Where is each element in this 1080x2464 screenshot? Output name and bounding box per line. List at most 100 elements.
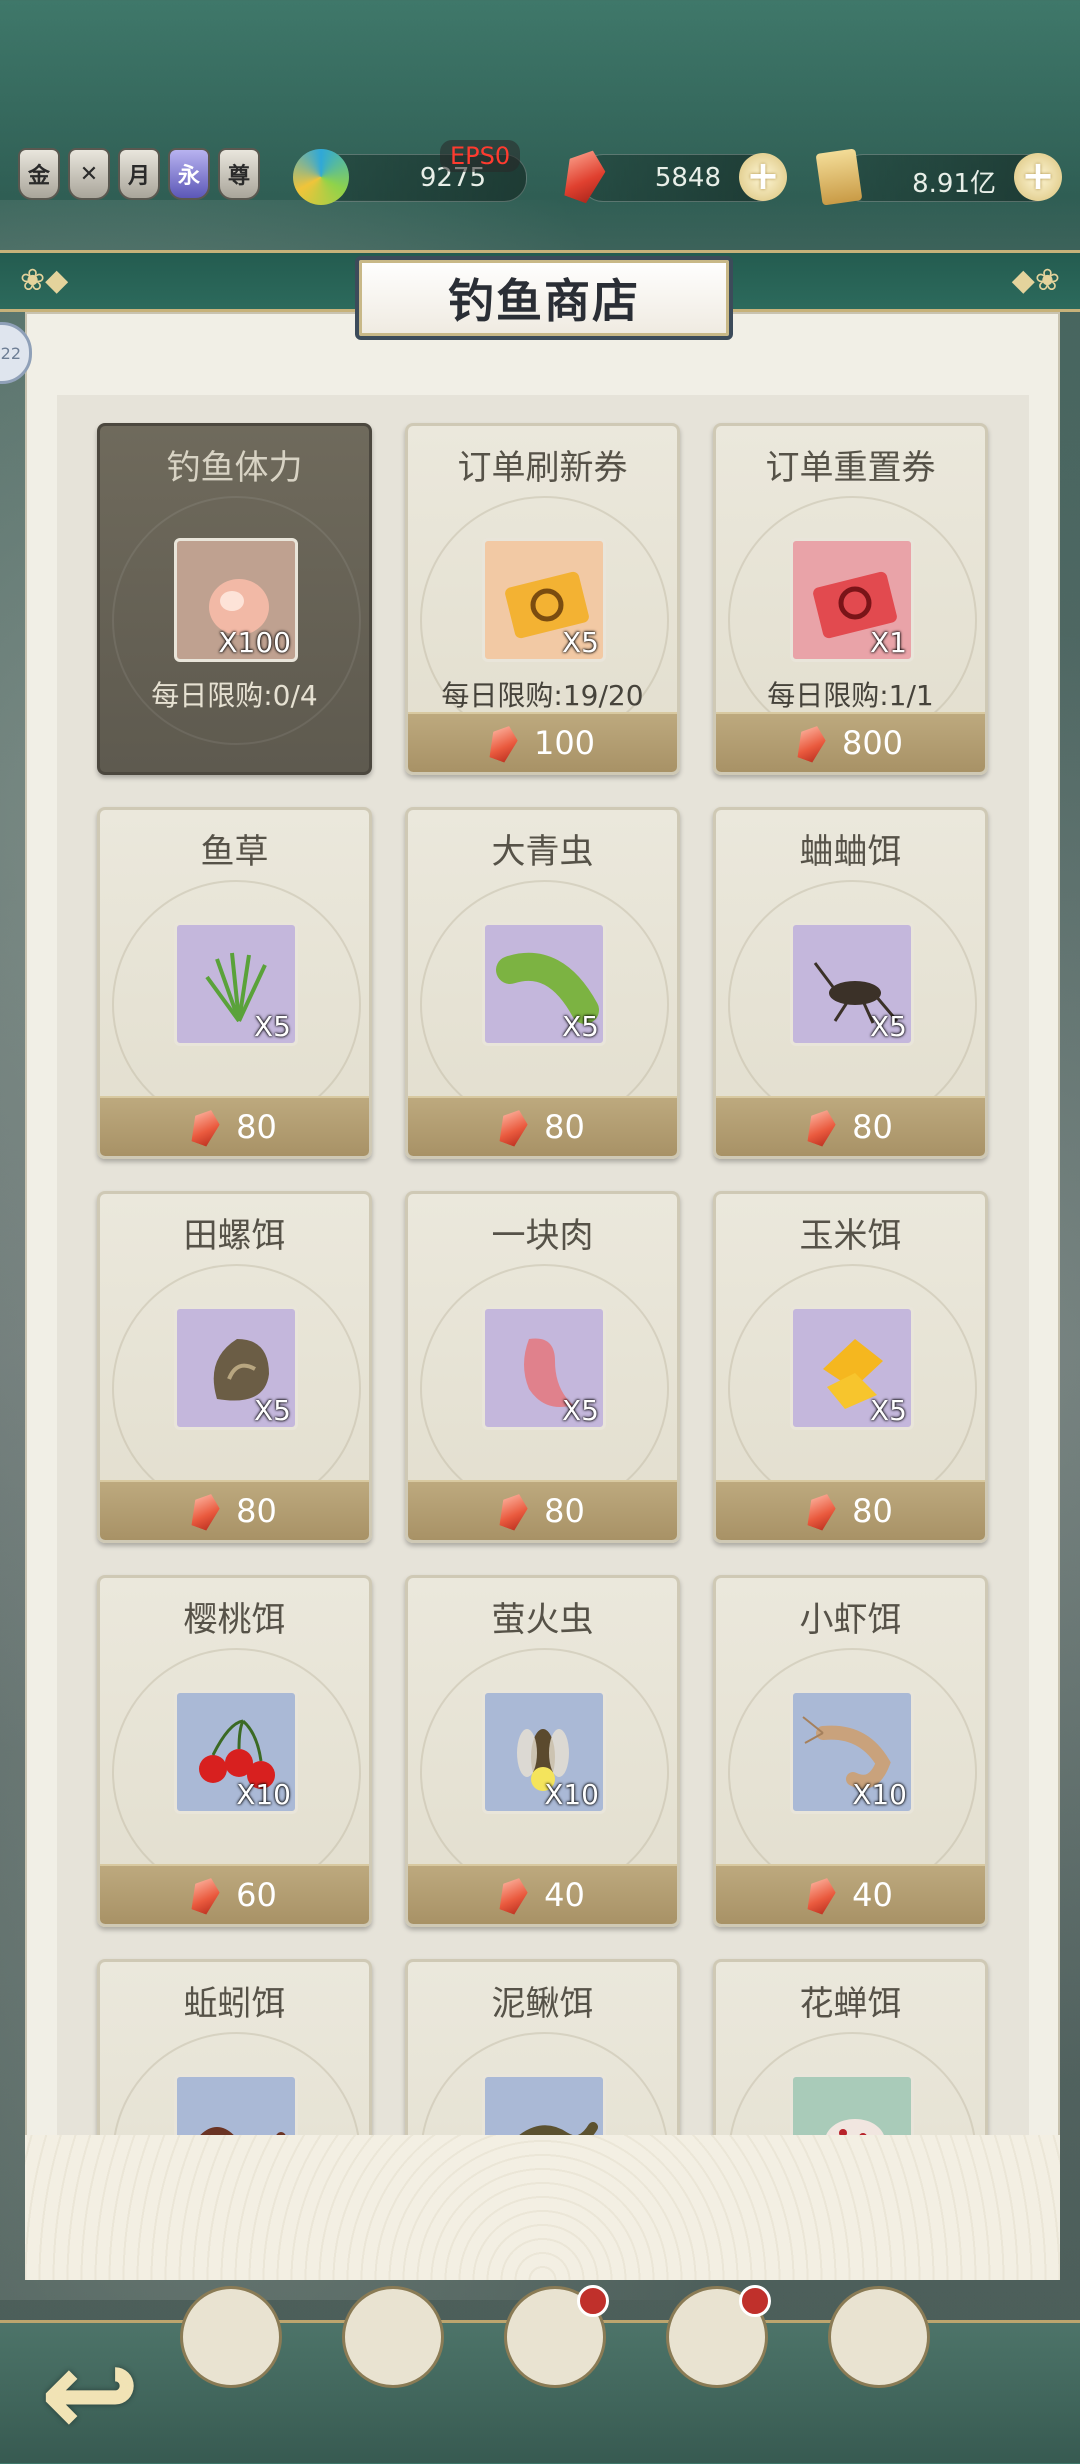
back-arrow-icon[interactable]: ↩	[40, 2335, 240, 2455]
buy-button[interactable]: 80	[408, 1096, 677, 1156]
nav-button-5[interactable]	[828, 2286, 930, 2388]
item-list[interactable]: 钓鱼体力 X100 每日限购:0/4 订单刷新券 X5 每日限购:19/20 100 订单重置…	[57, 395, 1029, 2135]
buy-button[interactable]: 80	[100, 1480, 369, 1540]
item-slot	[174, 2074, 298, 2135]
buy-button[interactable]: 40	[408, 1864, 677, 1924]
item-slot: X5	[482, 538, 606, 662]
shop-item-card[interactable]: 泥鳅饵	[405, 1959, 680, 2135]
item-price: 80	[236, 1492, 277, 1530]
gem-icon	[485, 722, 522, 765]
shop-item-card[interactable]: 订单刷新券 X5 每日限购:19/20 100	[405, 423, 680, 775]
gem-icon	[557, 144, 610, 206]
shop-item-card[interactable]: 订单重置券 X1 每日限购:1/1 800	[713, 423, 988, 775]
currency-bar: 金 ✕ 月 永 尊 9275 EPS0 5848 + 8.91亿 +	[0, 140, 1080, 220]
item-name: 订单重置券	[765, 448, 936, 488]
item-slot: X5	[174, 1306, 298, 1430]
item-name: 花蝉饵	[799, 1984, 902, 2024]
item-slot: X5	[482, 1306, 606, 1430]
buy-button[interactable]: 80	[100, 1096, 369, 1156]
item-slot: X5	[482, 922, 606, 1046]
nav-button-4[interactable]	[666, 2285, 771, 2388]
badge-emblem[interactable]: ✕	[68, 148, 110, 200]
gem-icon	[803, 1874, 840, 1917]
gem-icon	[495, 1874, 532, 1917]
item-slot: X5	[174, 922, 298, 1046]
title-badges: 金 ✕ 月 永 尊	[18, 148, 260, 200]
gem-icon	[187, 1490, 224, 1533]
buy-button[interactable]: 80	[716, 1096, 985, 1156]
gem-icon	[793, 722, 830, 765]
buy-button[interactable]: 100	[408, 712, 677, 772]
item-quantity: X5	[870, 1010, 907, 1043]
cloud-ornament-icon: ◆❀	[1011, 263, 1060, 298]
item-price: 80	[852, 1108, 893, 1146]
coin-currency: 8.91亿 +	[815, 148, 1062, 206]
coin-scroll-icon	[815, 148, 863, 206]
shop-item-card[interactable]: 鱼草 X5 80	[97, 807, 372, 1159]
item-quantity: X10	[544, 1778, 599, 1811]
item-price: 800	[841, 724, 904, 762]
cicada-icon	[826, 2119, 884, 2135]
page-title: 钓鱼商店	[355, 256, 733, 340]
item-quantity: X5	[562, 626, 599, 659]
item-quantity: X10	[236, 1778, 291, 1811]
item-name: 玉米饵	[799, 1216, 902, 1256]
shop-item-card[interactable]: 萤火虫 X10 40	[405, 1575, 680, 1927]
item-price: 80	[544, 1108, 585, 1146]
item-quantity: X5	[562, 1394, 599, 1427]
gem-icon	[187, 1874, 224, 1917]
item-price: 100	[533, 724, 596, 762]
notification-dot	[739, 2285, 771, 2317]
buy-button[interactable]: 80	[716, 1480, 985, 1540]
coin-value: 8.91亿	[912, 169, 996, 199]
notification-dot	[577, 2285, 609, 2317]
badge-gold[interactable]: 金	[18, 148, 60, 200]
worm-icon	[200, 2127, 286, 2135]
item-slot: X10	[482, 1690, 606, 1814]
item-quantity: X10	[852, 1778, 907, 1811]
item-slot: X10	[790, 1690, 914, 1814]
item-price: 60	[236, 1876, 277, 1914]
gem-add-button[interactable]: +	[739, 153, 787, 201]
buy-button[interactable]: 800	[716, 712, 985, 772]
item-slot	[482, 2074, 606, 2135]
shop-item-card[interactable]: 蛐蛐饵 X5 80	[713, 807, 988, 1159]
badge-moon[interactable]: 月	[118, 148, 160, 200]
item-price: 80	[544, 1492, 585, 1530]
gem-icon	[803, 1490, 840, 1533]
item-name: 大青虫	[491, 832, 594, 872]
gem-value: 5848	[654, 163, 721, 193]
item-slot: X1	[790, 538, 914, 662]
nav-button-2[interactable]	[342, 2286, 444, 2388]
item-name: 蛐蛐饵	[799, 832, 902, 872]
buy-button[interactable]: 60	[100, 1864, 369, 1924]
daily-limit: 每日限购:19/20	[441, 679, 644, 712]
shop-item-card[interactable]: 蚯蚓饵	[97, 1959, 372, 2135]
item-quantity: X5	[254, 1394, 291, 1427]
item-price: 40	[852, 1876, 893, 1914]
item-name: 一块肉	[491, 1216, 594, 1256]
coin-add-button[interactable]: +	[1014, 153, 1062, 201]
shop-item-card[interactable]: 小虾饵 X10 40	[713, 1575, 988, 1927]
item-name: 田螺饵	[183, 1216, 286, 1256]
nav-button-3[interactable]	[504, 2285, 609, 2388]
shop-item-card[interactable]: 玉米饵 X5 80	[713, 1191, 988, 1543]
item-name: 订单刷新券	[457, 448, 628, 488]
gem-icon	[495, 1106, 532, 1149]
fps-counter: EPS0	[440, 140, 521, 172]
shop-item-card[interactable]: 大青虫 X5 80	[405, 807, 680, 1159]
shop-item-card[interactable]: 钓鱼体力 X100 每日限购:0/4	[97, 423, 372, 775]
shop-item-card[interactable]: 花蝉饵	[713, 1959, 988, 2135]
buy-button[interactable]: 80	[408, 1480, 677, 1540]
item-price: 80	[236, 1108, 277, 1146]
item-quantity: X5	[254, 1010, 291, 1043]
item-price: 40	[544, 1876, 585, 1914]
badge-eternal[interactable]: 永	[168, 148, 210, 200]
shop-item-card[interactable]: 樱桃饵 X10 60	[97, 1575, 372, 1927]
item-name: 蚯蚓饵	[183, 1984, 286, 2024]
shop-item-card[interactable]: 一块肉 X5 80	[405, 1191, 680, 1543]
buy-button[interactable]: 40	[716, 1864, 985, 1924]
badge-honor[interactable]: 尊	[218, 148, 260, 200]
item-name: 萤火虫	[491, 1600, 594, 1640]
shop-item-card[interactable]: 田螺饵 X5 80	[97, 1191, 372, 1543]
